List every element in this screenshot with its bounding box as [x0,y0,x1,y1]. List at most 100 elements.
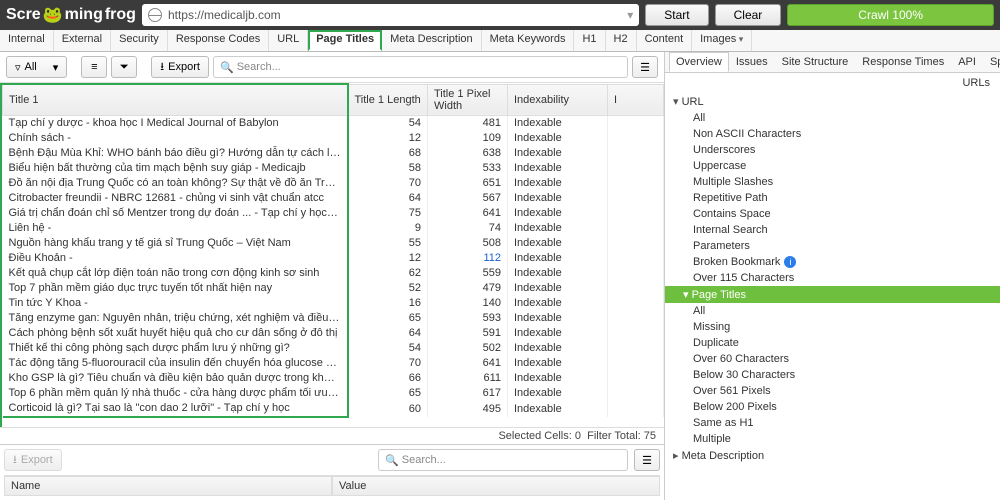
search-input[interactable]: 🔍 Search... [213,56,628,78]
tab-content[interactable]: Content [637,30,693,51]
cell-index: Indexable [508,281,608,296]
clear-button[interactable]: Clear [715,4,782,26]
tab-meta-description[interactable]: Meta Description [382,30,482,51]
tree-group[interactable]: Meta Description [665,447,1000,464]
tree-item[interactable]: Uppercase [665,158,1000,174]
tab-h2[interactable]: H2 [606,30,637,51]
globe-icon [148,8,162,22]
table-row[interactable]: Cách phòng bệnh sốt xuất huyết hiệu quả … [3,326,664,341]
tree-item[interactable]: Multiple Slashes [665,174,1000,190]
url-input[interactable]: https://medicaljb.com ▾ [142,4,639,26]
col-ir[interactable]: I [608,84,664,115]
tree-item[interactable]: Broken Bookmarki [665,254,1000,270]
bottom-col-name[interactable]: Name [4,476,332,496]
cell-title: Top 7 phần mềm giáo dục trực tuyến tốt n… [3,281,348,296]
table-row[interactable]: Nguồn hàng khẩu trang y tế giá sỉ Trung … [3,236,664,251]
rtab-response-times[interactable]: Response Times [855,52,951,72]
table-row[interactable]: Tạp chí y dược - khoa học I Medical Jour… [3,115,664,131]
table-row[interactable]: Giá trị chẩn đoán chỉ số Mentzer trong d… [3,206,664,221]
cell-pixel-width: 567 [428,191,508,206]
table-row[interactable]: Điều Khoản -12112Indexable [3,251,664,266]
cell-length: 54 [348,341,428,356]
filter-dropdown[interactable]: ▿All▾ [6,56,67,78]
col-title[interactable]: Title 1 [3,84,348,115]
tab-images[interactable]: Images [692,30,752,51]
table-row[interactable]: Citrobacter freundii - NBRC 12681 - chủn… [3,191,664,206]
col-indexability[interactable]: Indexability [508,84,608,115]
cell-title: Tăng enzyme gan: Nguyên nhân, triệu chứn… [3,311,348,326]
table-row[interactable]: Top 6 phần mềm quản lý nhà thuốc - cửa h… [3,386,664,401]
tree-item[interactable]: Underscores [665,142,1000,158]
tree-item[interactable]: Internal Search [665,222,1000,238]
table-row[interactable]: Corticoid là gì? Tại sao là "con dao 2 l… [3,401,664,417]
table-row[interactable]: Thiết kế thi công phòng sạch dược phẩm l… [3,341,664,356]
tree-group[interactable]: URL [665,93,1000,110]
rtab-overview[interactable]: Overview [669,52,729,72]
table-row[interactable]: Kho GSP là gì? Tiêu chuẩn và điều kiện b… [3,371,664,386]
tab-page-titles[interactable]: Page Titles [308,30,382,51]
tree-item[interactable]: Below 30 Characters [665,367,1000,383]
cell-length: 75 [348,206,428,221]
col-pixel-width[interactable]: Title 1 Pixel Width [428,84,508,115]
bottom-search-input[interactable]: 🔍 Search... [378,449,628,471]
table-row[interactable]: Chính sách -12109Indexable [3,131,664,146]
table-row[interactable]: Biểu hiện bất thường của tim mạch bệnh s… [3,161,664,176]
view-tree-button[interactable]: ⏷ [111,56,137,78]
settings-button[interactable]: ☰ [632,56,658,78]
export-button[interactable]: ⭳Export [151,56,209,78]
tree-item[interactable]: Over 115 Characters [665,270,1000,286]
table-row[interactable]: Đồ ăn nội địa Trung Quốc có an toàn khôn… [3,176,664,191]
tree-item[interactable]: Contains Space [665,206,1000,222]
tree-item[interactable]: Missing [665,319,1000,335]
table-row[interactable]: Liên hệ -974Indexable [3,221,664,236]
tree-group[interactable]: ▾ Page Titles [665,286,1000,303]
view-list-button[interactable]: ≡ [81,56,107,78]
urls-label: URLs [665,73,1000,89]
table-row[interactable]: Tin tức Y Khoa -16140Indexable [3,296,664,311]
tree-item[interactable]: All [665,303,1000,319]
rtab-site-structure[interactable]: Site Structure [775,52,856,72]
cell-index: Indexable [508,161,608,176]
rtab-spelling-[interactable]: Spelling & [983,52,1000,72]
rtab-api[interactable]: API [951,52,983,72]
tree-item[interactable]: Duplicate [665,335,1000,351]
crawl-progress-button[interactable]: Crawl 100% [787,4,994,26]
table-row[interactable]: Tăng enzyme gan: Nguyên nhân, triệu chứn… [3,311,664,326]
cell-title: Top 6 phần mềm quản lý nhà thuốc - cửa h… [3,386,348,401]
table-row[interactable]: Bệnh Đậu Mùa Khỉ: WHO bánh báo điều gì? … [3,146,664,161]
tree-item[interactable]: Multiple [665,431,1000,447]
table-row[interactable]: Top 7 phần mềm giáo dục trực tuyến tốt n… [3,281,664,296]
tab-response-codes[interactable]: Response Codes [168,30,269,51]
cell-length: 65 [348,311,428,326]
cell-title: Tác động tăng 5-fluorouracil của insulin… [3,356,348,371]
tab-meta-keywords[interactable]: Meta Keywords [482,30,575,51]
rtab-issues[interactable]: Issues [729,52,775,72]
table-row[interactable]: Tác động tăng 5-fluorouracil của insulin… [3,356,664,371]
bottom-col-value[interactable]: Value [332,476,660,496]
tab-security[interactable]: Security [111,30,168,51]
tree-item[interactable]: Over 60 Characters [665,351,1000,367]
table-row[interactable]: Kết quả chụp cắt lớp điện toán não trong… [3,266,664,281]
tab-external[interactable]: External [54,30,111,51]
tree-item[interactable]: Non ASCII Characters [665,126,1000,142]
overview-tree: URLAllNon ASCII CharactersUnderscoresUpp… [665,89,1000,500]
tree-item[interactable]: Over 561 Pixels [665,383,1000,399]
bottom-settings-button[interactable]: ☰ [634,449,660,471]
tab-h1[interactable]: H1 [574,30,605,51]
tree-item[interactable]: Below 200 Pixels [665,399,1000,415]
status-line: Selected Cells: 0 Filter Total: 75 [0,427,664,444]
cell-pixel-width: 479 [428,281,508,296]
tab-internal[interactable]: Internal [0,30,54,51]
info-icon: i [784,256,796,268]
cell-index: Indexable [508,221,608,236]
cell-title: Biểu hiện bất thường của tim mạch bệnh s… [3,161,348,176]
cell-ir [608,371,664,386]
start-button[interactable]: Start [645,4,708,26]
chevron-down-icon[interactable]: ▾ [627,8,633,22]
tree-item[interactable]: Repetitive Path [665,190,1000,206]
tab-url[interactable]: URL [269,30,308,51]
tree-item[interactable]: Same as H1 [665,415,1000,431]
col-length[interactable]: Title 1 Length [348,84,428,115]
tree-item[interactable]: Parameters [665,238,1000,254]
tree-item[interactable]: All [665,110,1000,126]
